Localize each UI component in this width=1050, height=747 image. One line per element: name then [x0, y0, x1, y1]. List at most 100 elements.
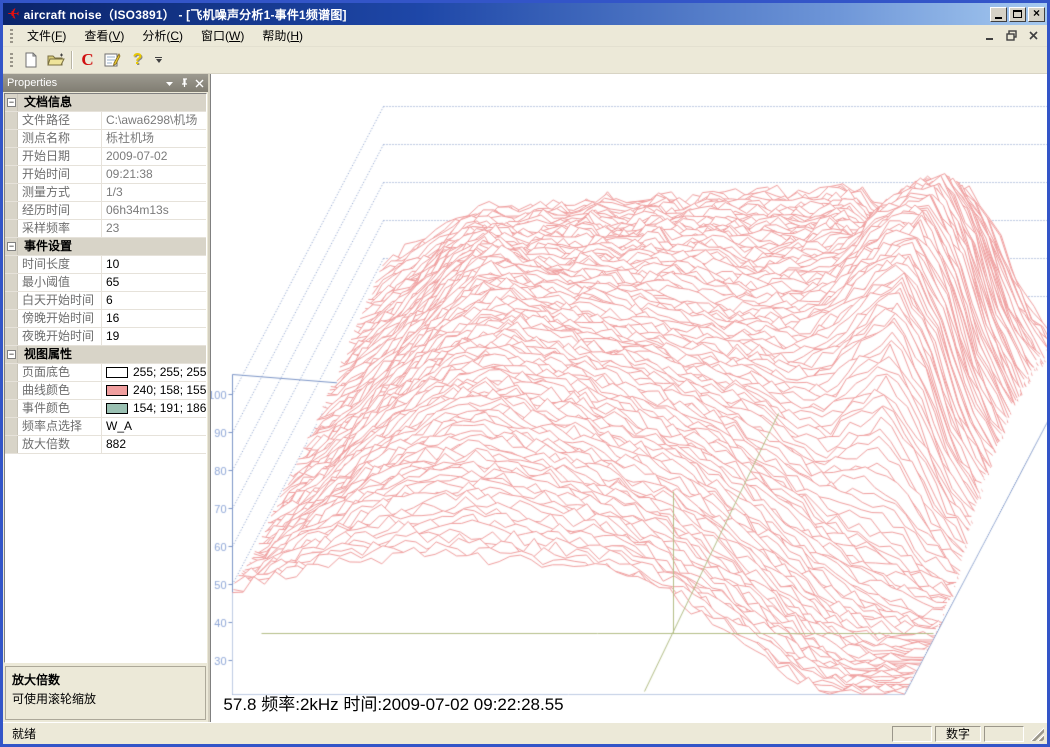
property-value[interactable]: 23 — [102, 220, 206, 237]
property-label: 事件颜色 — [18, 400, 102, 417]
property-value[interactable]: 1/3 — [102, 184, 206, 201]
mdi-window-buttons — [985, 30, 1039, 41]
property-label: 白天开始时间 — [18, 292, 102, 309]
property-label: 开始时间 — [18, 166, 102, 183]
property-value[interactable]: 16 — [102, 310, 206, 327]
status-panes: 数字 — [889, 726, 1024, 742]
window-title: aircraft noise（ISO3891） - [飞机噪声分析1-事件1频谱… — [24, 6, 988, 23]
menu-item-v[interactable]: 查看(V) — [75, 24, 133, 47]
property-row[interactable]: 经历时间06h34m13s — [5, 202, 206, 220]
property-value[interactable]: 6 — [102, 292, 206, 309]
help-button[interactable]: ? — [126, 49, 149, 71]
category-row[interactable]: −事件设置 — [5, 238, 206, 256]
property-value[interactable]: 154; 191; 186 — [102, 400, 206, 417]
property-row[interactable]: 最小阈值65 — [5, 274, 206, 292]
property-value[interactable]: 65 — [102, 274, 206, 291]
c-tool-icon: C — [81, 50, 93, 70]
property-value[interactable]: 882 — [102, 436, 206, 453]
toolbar-separator — [71, 51, 72, 69]
app-window: ✈ aircraft noise（ISO3891） - [飞机噪声分析1-事件1… — [0, 0, 1050, 747]
category-row[interactable]: −视图属性 — [5, 346, 206, 364]
resize-grip[interactable] — [1030, 727, 1044, 741]
property-row[interactable]: 夜晚开始时间19 — [5, 328, 206, 346]
row-gutter — [5, 220, 18, 237]
row-gutter — [5, 382, 18, 399]
collapse-icon[interactable]: − — [7, 242, 16, 251]
property-row[interactable]: 开始日期2009-07-02 — [5, 148, 206, 166]
property-row[interactable]: 测点名称栎社机场 — [5, 130, 206, 148]
description-title: 放大倍数 — [12, 671, 199, 688]
row-gutter — [5, 418, 18, 435]
mdi-minimize-button[interactable] — [985, 31, 996, 41]
color-swatch[interactable] — [106, 403, 128, 414]
title-bar[interactable]: ✈ aircraft noise（ISO3891） - [飞机噪声分析1-事件1… — [3, 3, 1047, 25]
maximize-icon — [1013, 10, 1022, 18]
property-row[interactable]: 开始时间09:21:38 — [5, 166, 206, 184]
menu-items-container: 文件(F)查看(V)分析(C)窗口(W)帮助(H) — [18, 24, 312, 47]
maximize-button[interactable] — [1009, 7, 1026, 22]
row-gutter — [5, 328, 18, 345]
collapse-icon[interactable]: − — [7, 98, 16, 107]
close-icon[interactable] — [195, 79, 204, 88]
new-document-icon — [23, 52, 39, 68]
chevron-down-icon[interactable] — [165, 80, 174, 87]
property-value[interactable]: 255; 255; 255 — [102, 364, 206, 381]
property-value[interactable]: C:\awa6298\机场 — [102, 112, 206, 129]
property-value[interactable]: 06h34m13s — [102, 202, 206, 219]
property-label: 频率点选择 — [18, 418, 102, 435]
property-value[interactable]: 栎社机场 — [102, 130, 206, 147]
properties-header[interactable]: Properties — [3, 74, 208, 92]
main-area: Properties −文档信息文件路径C:\awa6298\机场测点名称栎社机… — [3, 74, 1047, 722]
menu-item-f[interactable]: 文件(F) — [18, 24, 75, 47]
property-row[interactable]: 傍晚开始时间16 — [5, 310, 206, 328]
property-row[interactable]: 页面底色255; 255; 255 — [5, 364, 206, 382]
property-label: 文件路径 — [18, 112, 102, 129]
property-row[interactable]: 曲线颜色240; 158; 155 — [5, 382, 206, 400]
property-label: 放大倍数 — [18, 436, 102, 453]
menu-item-c[interactable]: 分析(C) — [133, 24, 192, 47]
mdi-close-button[interactable] — [1028, 30, 1039, 41]
waterfall-canvas[interactable] — [211, 74, 1050, 722]
property-row[interactable]: 文件路径C:\awa6298\机场 — [5, 112, 206, 130]
property-value[interactable]: W_A — [102, 418, 206, 435]
property-row[interactable]: 事件颜色154; 191; 186 — [5, 400, 206, 418]
property-row[interactable]: 测量方式1/3 — [5, 184, 206, 202]
color-swatch[interactable] — [106, 385, 128, 396]
pin-icon[interactable] — [180, 78, 189, 88]
menu-item-w[interactable]: 窗口(W) — [192, 24, 253, 47]
toolbar-grip[interactable] — [9, 53, 14, 67]
row-gutter — [5, 202, 18, 219]
category-title: 视图属性 — [18, 346, 72, 363]
property-row[interactable]: 白天开始时间6 — [5, 292, 206, 310]
c-tool-button[interactable]: C — [76, 49, 99, 71]
properties-tool-icon — [104, 52, 121, 68]
close-button[interactable]: × — [1028, 7, 1045, 22]
property-value[interactable]: 10 — [102, 256, 206, 273]
property-row[interactable]: 采样频率23 — [5, 220, 206, 238]
property-label: 页面底色 — [18, 364, 102, 381]
property-row[interactable]: 频率点选择W_A — [5, 418, 206, 436]
new-document-button[interactable] — [19, 49, 42, 71]
toolbar-overflow-button[interactable] — [152, 49, 165, 71]
property-label: 开始日期 — [18, 148, 102, 165]
status-text: 就绪 — [6, 725, 889, 742]
minimize-button[interactable] — [990, 7, 1007, 22]
property-value[interactable]: 240; 158; 155 — [102, 382, 206, 399]
mdi-restore-button[interactable] — [1006, 30, 1018, 41]
help-icon: ? — [133, 51, 143, 69]
property-label: 最小阈值 — [18, 274, 102, 291]
property-value[interactable]: 09:21:38 — [102, 166, 206, 183]
properties-tool-button[interactable] — [101, 49, 124, 71]
open-file-button[interactable] — [44, 49, 67, 71]
property-row[interactable]: 放大倍数882 — [5, 436, 206, 454]
property-value[interactable]: 2009-07-02 — [102, 148, 206, 165]
category-row[interactable]: −文档信息 — [5, 94, 206, 112]
menu-bar: 文件(F)查看(V)分析(C)窗口(W)帮助(H) — [3, 25, 1047, 47]
collapse-icon[interactable]: − — [7, 350, 16, 359]
menu-grip[interactable] — [9, 29, 14, 43]
menu-item-h[interactable]: 帮助(H) — [253, 24, 312, 47]
property-value[interactable]: 19 — [102, 328, 206, 345]
color-swatch[interactable] — [106, 367, 128, 378]
property-row[interactable]: 时间长度10 — [5, 256, 206, 274]
category-title: 文档信息 — [18, 94, 72, 111]
